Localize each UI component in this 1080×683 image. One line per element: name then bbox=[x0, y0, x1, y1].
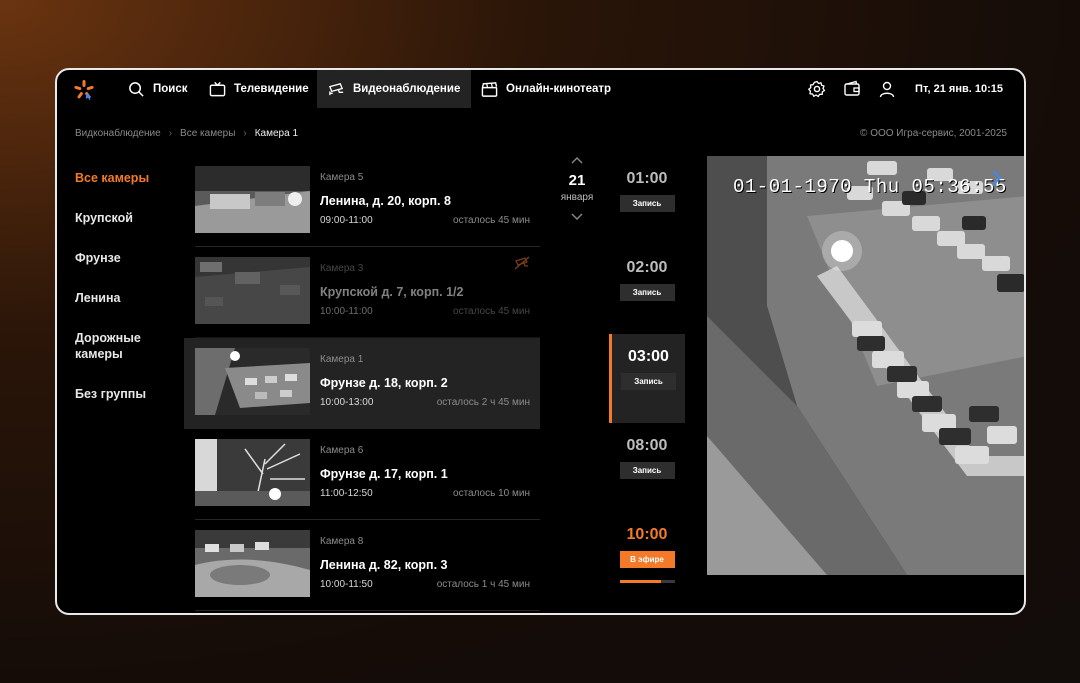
group-lenina[interactable]: Ленина bbox=[75, 290, 185, 306]
date-day: 21 bbox=[568, 172, 586, 189]
camera-time: 11:00-12:50 bbox=[320, 488, 373, 499]
nav-cinema[interactable]: Онлайн-кинотеатр bbox=[470, 70, 622, 108]
datetime: Пт, 21 янв. 10:15 bbox=[915, 83, 1003, 95]
copyright: © ООО Игра-сервис, 2001-2025 bbox=[860, 128, 1007, 139]
video-player[interactable]: 01-01-1970 Thu 05:36:55 bbox=[707, 156, 1024, 575]
nav-tv[interactable]: Телевидение bbox=[198, 70, 320, 108]
camera-card[interactable]: Камера 8 Ленина д. 82, корп. 3 10:00-11:… bbox=[195, 520, 540, 611]
record-button[interactable]: Запись bbox=[621, 373, 676, 390]
record-button[interactable]: Запись bbox=[619, 284, 675, 301]
camera-info: Камера 3 Крупской д. 7, корп. 1/2 10:00-… bbox=[320, 263, 530, 317]
settings-icon[interactable] bbox=[808, 80, 826, 98]
camera-remaining: осталось 10 мин bbox=[453, 488, 530, 499]
camera-address: Ленина д. 82, корп. 3 bbox=[320, 558, 448, 572]
schedule-slot-selected[interactable]: 03:00 Запись bbox=[609, 334, 685, 423]
camera-address: Фрунзе д. 18, корп. 2 bbox=[320, 376, 448, 390]
recording-schedule: 01:00 Запись 02:00 Запись 03:00 Запись 0… bbox=[609, 156, 685, 601]
nav-search[interactable]: Поиск bbox=[117, 70, 199, 108]
camera-address: Фрунзе д. 17, корп. 1 bbox=[320, 467, 448, 481]
camera-name: Камера 3 bbox=[320, 263, 364, 274]
clapperboard-icon bbox=[481, 81, 498, 97]
nav-tv-label: Телевидение bbox=[234, 83, 309, 95]
camera-info: Камера 1 Фрунзе д. 18, корп. 2 10:00-13:… bbox=[320, 354, 530, 408]
group-ungrouped[interactable]: Без группы bbox=[75, 386, 185, 402]
camera-time: 10:00-11:00 bbox=[320, 306, 373, 317]
schedule-slot-live[interactable]: 10:00 В эфире bbox=[609, 512, 685, 601]
chevron-right-icon[interactable] bbox=[990, 168, 1004, 188]
camera-card-selected[interactable]: Камера 1 Фрунзе д. 18, корп. 2 10:00-13:… bbox=[184, 338, 540, 429]
slot-time: 08:00 bbox=[626, 437, 668, 454]
chevron-down-icon[interactable] bbox=[570, 211, 584, 221]
camera-info: Камера 5 Ленина, д. 20, корп. 8 09:00-11… bbox=[320, 172, 530, 226]
camera-thumbnail bbox=[195, 257, 310, 324]
schedule-slot[interactable]: 01:00 Запись bbox=[609, 156, 685, 245]
nav-search-label: Поиск bbox=[153, 83, 188, 95]
camera-groups: Все камеры Крупской Фрунзе Ленина Дорожн… bbox=[75, 170, 185, 426]
camera-name: Камера 5 bbox=[320, 172, 364, 183]
group-all-cameras[interactable]: Все камеры bbox=[75, 170, 185, 186]
camera-thumbnail bbox=[195, 348, 310, 415]
nav-cctv-label: Видеонаблюдение bbox=[353, 83, 461, 95]
camera-list: Камера 5 Ленина, д. 20, корп. 8 09:00-11… bbox=[184, 156, 540, 611]
chevron-right-icon: › bbox=[243, 128, 247, 139]
camera-time: 09:00-11:00 bbox=[320, 215, 373, 226]
schedule-slot[interactable]: 02:00 Запись bbox=[609, 245, 685, 334]
logo-icon[interactable] bbox=[73, 79, 95, 101]
user-icon[interactable] bbox=[878, 80, 896, 98]
wallet-icon[interactable] bbox=[843, 80, 861, 98]
chevron-right-icon: › bbox=[168, 128, 173, 139]
live-progress-bar bbox=[619, 580, 675, 583]
camera-thumbnail bbox=[195, 166, 310, 233]
group-krupskoy[interactable]: Крупской bbox=[75, 210, 185, 226]
record-button[interactable]: Запись bbox=[619, 195, 675, 212]
app-window: Поиск Телевидение Видеонаблюдение Онлайн… bbox=[55, 68, 1026, 615]
slot-time: 02:00 bbox=[626, 259, 668, 276]
nav-cctv[interactable]: Видеонаблюдение bbox=[317, 70, 472, 108]
slot-time: 10:00 bbox=[626, 526, 668, 543]
group-frunze[interactable]: Фрунзе bbox=[75, 250, 185, 266]
live-button[interactable]: В эфире bbox=[619, 551, 675, 568]
chevron-up-icon[interactable] bbox=[570, 156, 584, 166]
breadcrumb-current: Камера 1 bbox=[254, 128, 299, 139]
camera-time: 10:00-11:50 bbox=[320, 579, 373, 590]
date-month: января bbox=[560, 192, 594, 203]
video-timestamp: 01-01-1970 Thu 05:36:55 bbox=[733, 176, 1007, 198]
camera-remaining: осталось 2 ч 45 мин bbox=[436, 397, 530, 408]
camera-address: Крупской д. 7, корп. 1/2 bbox=[320, 285, 464, 299]
video-frame bbox=[707, 156, 1024, 575]
slot-time: 03:00 bbox=[628, 348, 669, 365]
slot-time: 01:00 bbox=[626, 170, 668, 187]
camera-name: Камера 1 bbox=[320, 354, 364, 365]
camera-remaining: осталось 45 мин bbox=[453, 306, 530, 317]
camera-name: Камера 6 bbox=[320, 445, 364, 456]
camera-card[interactable]: Камера 6 Фрунзе д. 17, корп. 1 11:00-12:… bbox=[195, 429, 540, 520]
breadcrumb-item[interactable]: Видконаблюдение bbox=[75, 128, 161, 139]
breadcrumb: Видконаблюдение › Все камеры › Камера 1 bbox=[75, 128, 298, 139]
camera-time: 10:00-13:00 bbox=[320, 397, 374, 408]
nav-cinema-label: Онлайн-кинотеатр bbox=[506, 83, 612, 95]
camera-card[interactable]: Камера 5 Ленина, д. 20, корп. 8 09:00-11… bbox=[195, 156, 540, 247]
camera-name: Камера 8 bbox=[320, 536, 364, 547]
camera-address: Ленина, д. 20, корп. 8 bbox=[320, 194, 451, 208]
camera-info: Камера 8 Ленина д. 82, корп. 3 10:00-11:… bbox=[320, 536, 530, 590]
breadcrumb-item[interactable]: Все камеры bbox=[180, 128, 235, 139]
top-nav: Поиск Телевидение Видеонаблюдение Онлайн… bbox=[57, 70, 1024, 108]
date-picker: 21 января bbox=[553, 156, 601, 221]
search-icon bbox=[129, 81, 144, 97]
camera-card[interactable]: Камера 3 Крупской д. 7, корп. 1/2 10:00-… bbox=[195, 247, 540, 338]
camera-info: Камера 6 Фрунзе д. 17, корп. 1 11:00-12:… bbox=[320, 445, 530, 499]
camera-remaining: осталось 45 мин bbox=[453, 215, 530, 226]
cctv-icon bbox=[328, 82, 344, 95]
record-button[interactable]: Запись bbox=[619, 462, 675, 479]
live-progress-fill bbox=[619, 580, 661, 583]
schedule-slot[interactable]: 08:00 Запись bbox=[609, 423, 685, 512]
tv-icon bbox=[209, 81, 226, 96]
camera-remaining: осталось 1 ч 45 мин bbox=[436, 579, 530, 590]
camera-thumbnail bbox=[195, 439, 310, 506]
group-road-cameras[interactable]: Дорожные камеры bbox=[75, 330, 155, 362]
camera-thumbnail bbox=[195, 530, 310, 597]
